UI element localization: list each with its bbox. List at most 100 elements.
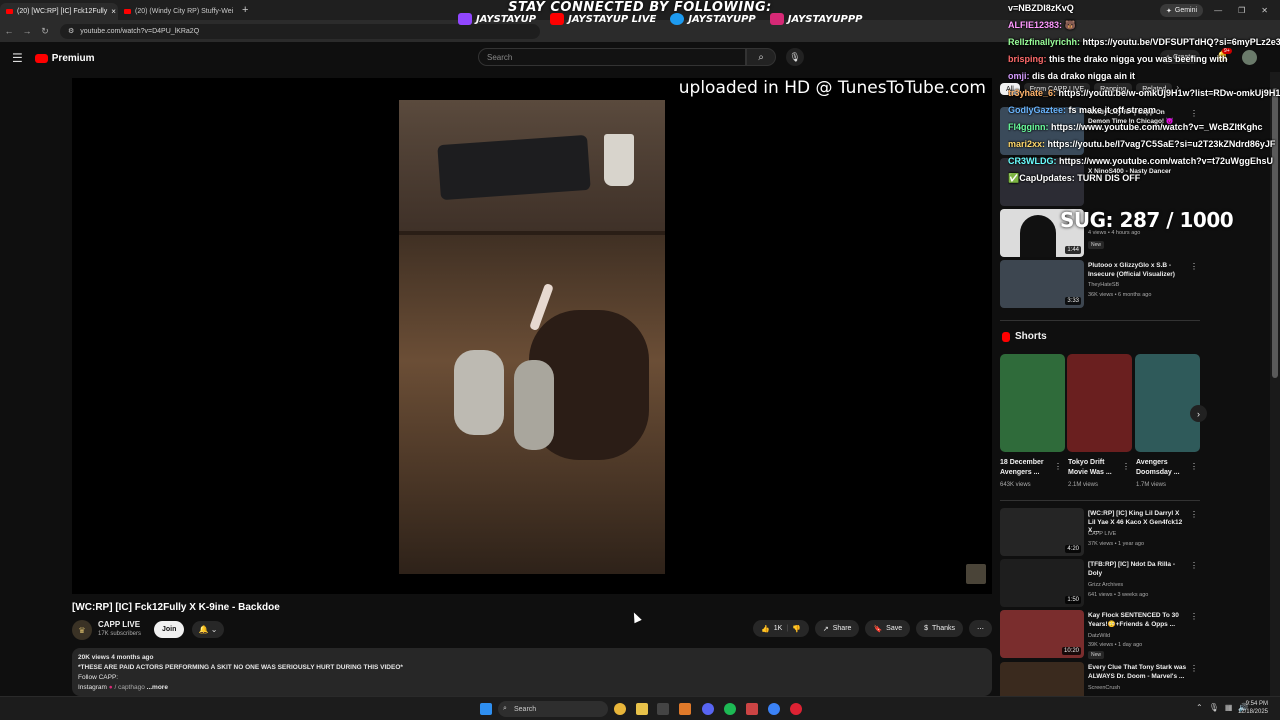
chat-message: ✅CapUpdates: TURN DIS OFF [1008, 170, 1280, 187]
related-video[interactable]: 1:50 [TFB:RP] [IC] Ndot Da Rilla - Doly … [1000, 559, 1200, 607]
short-thumbnail[interactable] [1000, 354, 1065, 452]
more-icon[interactable]: ⋮ [1190, 561, 1198, 570]
related-video-channel[interactable]: DatzWild [1088, 633, 1110, 639]
more-icon[interactable]: ⋮ [1190, 462, 1198, 471]
join-button[interactable]: Join [154, 621, 185, 638]
chat-text: https://www.youtube.com/watch?v=_WcBZItK… [1051, 122, 1263, 132]
short-thumbnail[interactable] [1135, 354, 1200, 452]
youtube-favicon-icon [6, 9, 13, 14]
related-video-meta: 641 views • 3 weeks ago [1088, 592, 1149, 598]
more-actions-button[interactable]: ⋯ [969, 620, 992, 637]
site-info-icon[interactable]: ⚙ [68, 27, 74, 35]
spotify-icon[interactable] [724, 703, 736, 715]
more-icon[interactable]: ⋮ [1190, 612, 1198, 621]
twitch-icon [458, 13, 472, 25]
short-title[interactable]: Avengers Doomsday ... [1136, 458, 1192, 478]
browser-tab-active[interactable]: (20) [WC:RP] [IC] Fck12Fully × [0, 3, 118, 20]
video-duration: 1:44 [1065, 246, 1081, 254]
more-icon: ⋯ [977, 625, 984, 633]
start-icon[interactable] [480, 703, 492, 715]
reload-icon[interactable]: ↻ [36, 26, 54, 37]
app-icon[interactable] [746, 703, 758, 715]
like-button[interactable]: 👍 1K | 👎 [753, 620, 809, 637]
menu-icon[interactable]: ☰ [12, 51, 23, 65]
video-thumbnail[interactable]: 10:20 [1000, 610, 1084, 658]
network-icon[interactable]: ▦ [1225, 703, 1233, 712]
related-video-channel[interactable]: ScreenCrush [1088, 685, 1120, 691]
bell-icon: 🔔 ⌄ [198, 625, 218, 634]
more-icon[interactable]: ⋮ [1190, 664, 1198, 673]
related-video-title: Kay Flock SENTENCED To 30 Years!😳+Friend… [1088, 612, 1179, 628]
app-icon[interactable] [679, 703, 691, 715]
show-more-link[interactable]: ...more [147, 684, 168, 691]
view-stats: 20K views 4 months ago [78, 654, 154, 661]
video-thumbnail[interactable] [1000, 662, 1084, 696]
youtube-logo[interactable]: Premium [34, 53, 95, 64]
channel-avatar[interactable]: ♛ [72, 620, 92, 640]
thanks-button[interactable]: $ Thanks [916, 620, 963, 637]
chat-message: omji: dis da drako nigga ain it [1008, 68, 1280, 85]
related-video-channel[interactable]: Grizz Archives [1088, 582, 1123, 588]
instagram-link[interactable]: / capthago [114, 684, 144, 691]
twitter-icon [670, 13, 685, 25]
short-title[interactable]: 18 December Avengers ... [1000, 458, 1056, 478]
shorts-next-button[interactable]: › [1190, 405, 1207, 422]
video-frame [399, 100, 665, 574]
forward-icon[interactable]: → [18, 26, 36, 36]
related-video-channel[interactable]: CAPP LIVE [1088, 531, 1116, 537]
channel-name[interactable]: CAPP LIVE [98, 620, 140, 629]
more-icon[interactable]: ⋮ [1190, 262, 1198, 271]
channel-watermark-icon[interactable] [966, 564, 986, 584]
terminal-icon[interactable] [657, 703, 669, 715]
new-tab-icon[interactable]: + [242, 4, 248, 16]
microphone-icon[interactable]: 🎙 [1209, 703, 1219, 712]
instagram-icon: ● [108, 684, 113, 691]
back-icon[interactable]: ← [0, 26, 18, 36]
more-icon[interactable]: ⋮ [1190, 510, 1198, 519]
short-views: 1.7M views [1136, 482, 1167, 488]
more-icon[interactable]: ⋮ [1122, 462, 1130, 471]
chat-text: https://youtu.be/w-omkUj9H1w?list=RDw-om… [1058, 88, 1280, 98]
voice-search-button[interactable]: 🎙 [786, 48, 804, 66]
related-video-channel[interactable]: TheyHateSB [1088, 282, 1119, 288]
save-button[interactable]: 🔖 Save [865, 620, 911, 637]
short-title[interactable]: Tokyo Drift Movie Was ... [1068, 458, 1124, 478]
video-description[interactable]: 20K views 4 months ago *THESE ARE PAID A… [72, 648, 992, 696]
thumbs-down-icon[interactable]: 👎 [792, 625, 801, 633]
stream-chat-overlay: v=NBZDI8zKvQ ALFIE12383: 🐻 Rellzfinallyric… [1008, 0, 1280, 187]
taskbar-clock[interactable]: 9:54 PM 12/18/2025 [1238, 700, 1268, 716]
subscription-bell-button[interactable]: 🔔 ⌄ [192, 621, 224, 638]
capcut-icon[interactable] [768, 703, 780, 715]
chrome-icon[interactable] [614, 703, 626, 715]
related-video[interactable]: 3:33 Plutooo x GlizzyGlo x S.B - Insecur… [1000, 260, 1200, 308]
video-thumbnail[interactable]: 3:33 [1000, 260, 1084, 308]
video-thumbnail[interactable]: 4:20 [1000, 508, 1084, 556]
more-icon[interactable]: ⋮ [1054, 462, 1062, 471]
tab-label: (20) [WC:RP] [IC] Fck12Fully [17, 8, 108, 15]
chat-username: Fl4gginn: [1008, 122, 1049, 132]
discord-icon[interactable] [702, 703, 714, 715]
file-explorer-icon[interactable] [636, 703, 648, 715]
related-video[interactable]: Every Clue That Tony Stark was ALWAYS Dr… [1000, 662, 1200, 696]
search-input[interactable]: Search [478, 48, 746, 66]
search-button[interactable]: ⌕ [746, 48, 776, 66]
related-video[interactable]: 10:20 Kay Flock SENTENCED To 30 Years!😳+… [1000, 610, 1200, 659]
related-video-meta: 39K views • 1 day ago [1088, 642, 1143, 648]
close-icon[interactable]: × [111, 7, 116, 16]
video-thumbnail[interactable]: 1:50 [1000, 559, 1084, 607]
chat-text: v=NBZDI8zKvQ [1008, 3, 1074, 13]
chat-username: omji: [1008, 71, 1030, 81]
video-player[interactable]: uploaded in HD @ TunesToTube.com [72, 78, 992, 594]
url-field[interactable]: ⚙ youtube.com/watch?v=D4PU_lKRa2Q [60, 23, 540, 39]
obs-icon[interactable] [790, 703, 802, 715]
chevron-up-icon[interactable]: ⌃ [1196, 703, 1203, 712]
new-badge: New [1088, 651, 1105, 659]
related-video[interactable]: 4:20 [WC:RP] [IC] King Lil Darryl X Lil … [1000, 508, 1200, 556]
browser-tab[interactable]: (20) (Windy City RP) Stuffy-Wei × [118, 3, 236, 20]
taskbar-search[interactable]: ⌕ Search [498, 701, 608, 717]
sub-goal-counter: SUG: 287 / 1000 [1060, 208, 1234, 232]
share-button[interactable]: ↗ Share [814, 620, 860, 637]
short-thumbnail[interactable] [1067, 354, 1132, 452]
video-duration: 10:20 [1061, 647, 1081, 655]
video-title: [WC:RP] [IC] Fck12Fully X K-9ine - Backd… [72, 602, 280, 613]
